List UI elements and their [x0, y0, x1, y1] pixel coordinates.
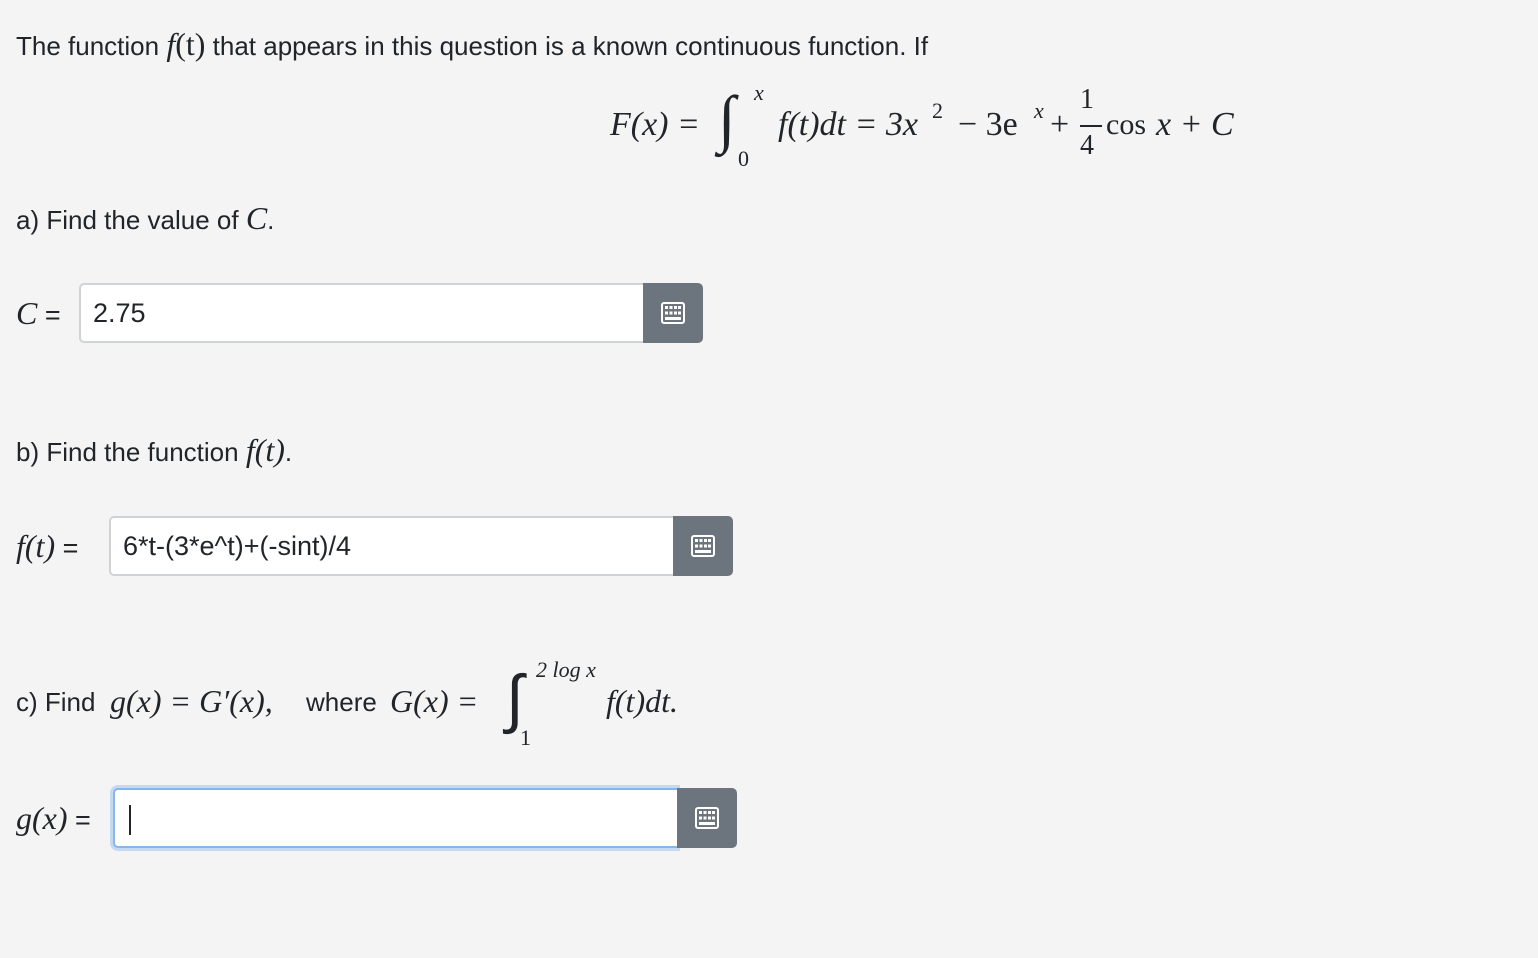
intro-text: The function f(t) that appears in this q…	[16, 26, 928, 63]
equation-plus: +	[1050, 106, 1070, 143]
part-c-integrand: f(t)dt.	[606, 683, 678, 719]
part-c-prompt: c) Find g(x) = G′(x), where G(x) = ∫ 2 l…	[16, 655, 736, 750]
answer-label-c-eq: =	[44, 300, 61, 330]
answer-label-g: g(x) =	[16, 788, 91, 848]
equation-lower-limit: 0	[738, 146, 749, 171]
answer-row-g: g(x) =	[16, 788, 740, 848]
part-c-upper-limit: 2 log x	[536, 657, 596, 682]
intro-text-after: that appears in this question is a known…	[212, 31, 929, 61]
answer-input-g[interactable]	[113, 788, 677, 848]
part-b-prompt: b) Find the function f(t).	[16, 432, 292, 469]
answer-input-c[interactable]: 2.75	[79, 283, 643, 343]
answer-label-f: f(t) =	[16, 516, 78, 576]
equation-fraction-bar	[1080, 125, 1102, 127]
part-b-prompt-text: b) Find the function	[16, 437, 239, 467]
answer-input-f[interactable]: 6*t-(3*e^t)+(-sint)/4	[109, 516, 673, 576]
answer-row-c: C = 2.75	[16, 283, 706, 343]
equation-lhs: F(x) =	[610, 106, 700, 143]
keyboard-icon	[661, 302, 685, 324]
part-b-prompt-func: f(t)	[245, 432, 285, 468]
equation-exponent-x: x	[1034, 98, 1044, 123]
part-b-prompt-period: .	[284, 437, 293, 467]
answer-row-f: f(t) = 6*t-(3*e^t)+(-sint)/4	[16, 516, 736, 576]
part-c-prompt-text: c) Find	[16, 687, 96, 717]
part-c-where: where	[306, 687, 377, 717]
equation-integrand: f(t)dt = 3x	[778, 106, 919, 143]
equation-exponent-2: 2	[932, 98, 943, 123]
intro-func-name: f	[166, 26, 176, 62]
part-c-integral-sign: ∫	[506, 662, 524, 734]
answer-label-g-var: g(x)	[16, 800, 68, 836]
equation-fraction-numerator: 1	[1080, 84, 1094, 115]
intro-text-before: The function	[16, 31, 160, 61]
keyboard-icon	[691, 535, 715, 557]
equation-tail: x + C	[1156, 106, 1234, 143]
equation-fraction-denominator: 4	[1080, 130, 1094, 161]
equation-cos: cos	[1106, 108, 1146, 141]
keyboard-icon	[695, 807, 719, 829]
answer-label-f-eq: =	[62, 533, 79, 563]
integral-sign: ∫	[718, 83, 736, 154]
math-keyboard-button-c[interactable]	[643, 283, 703, 343]
part-c-lower-limit: 1	[520, 725, 531, 750]
equation-upper-limit: x	[754, 80, 764, 105]
intro-func-arg: (t)	[175, 26, 206, 62]
answer-label-c-var: C	[16, 295, 38, 331]
math-keyboard-button-f[interactable]	[673, 516, 733, 576]
part-a-prompt-period: .	[267, 205, 275, 235]
part-c-g-definition: g(x) = G′(x),	[110, 683, 273, 719]
equation-minus-3e: − 3e	[958, 106, 1018, 143]
answer-label-f-var: f(t)	[16, 528, 56, 564]
text-cursor	[129, 804, 131, 835]
part-a-prompt-var: C	[245, 200, 268, 236]
part-c-G-definition: G(x) =	[390, 683, 479, 719]
math-keyboard-button-g[interactable]	[677, 788, 737, 848]
part-a-prompt-text: a) Find the value of	[16, 205, 239, 235]
answer-label-c: C =	[16, 283, 61, 343]
answer-label-g-eq: =	[75, 805, 91, 835]
part-a-prompt: a) Find the value of C.	[16, 200, 274, 237]
